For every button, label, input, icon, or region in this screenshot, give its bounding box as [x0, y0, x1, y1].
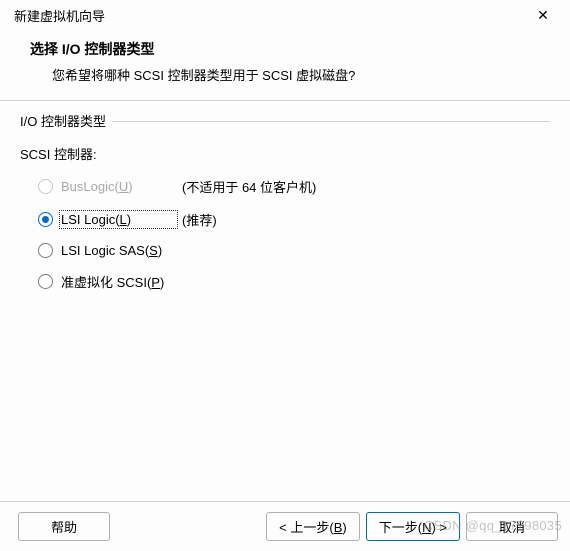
cancel-button[interactable]: 取消 [466, 512, 558, 541]
group-legend: I/O 控制器类型 [20, 111, 106, 130]
radio-paravirt[interactable] [38, 274, 53, 289]
option-paravirt-label[interactable]: 准虚拟化 SCSI(P) [61, 272, 176, 291]
option-lsisas-label[interactable]: LSI Logic SAS(S) [61, 243, 176, 258]
option-buslogic-note: (不适用于 64 位客户机) [182, 177, 316, 196]
back-button[interactable]: < 上一步(B) [266, 512, 360, 541]
divider [112, 121, 550, 122]
next-button[interactable]: 下一步(N) > [366, 512, 460, 541]
option-buslogic-label: BusLogic(U) [61, 179, 176, 194]
option-lsilogic-label[interactable]: LSI Logic(L) [61, 212, 176, 227]
radio-buslogic [38, 179, 53, 194]
radio-lsisas[interactable] [38, 243, 53, 258]
close-icon[interactable]: ✕ [526, 7, 560, 24]
scsi-controller-label: SCSI 控制器: [20, 144, 550, 163]
option-lsilogic-note: (推荐) [182, 210, 217, 229]
page-subtitle: 您希望将哪种 SCSI 控制器类型用于 SCSI 虚拟磁盘? [52, 65, 540, 84]
radio-lsilogic[interactable] [38, 212, 53, 227]
page-title: 选择 I/O 控制器类型 [30, 39, 540, 59]
help-button[interactable]: 帮助 [18, 512, 110, 541]
window-title: 新建虚拟机向导 [14, 6, 105, 25]
